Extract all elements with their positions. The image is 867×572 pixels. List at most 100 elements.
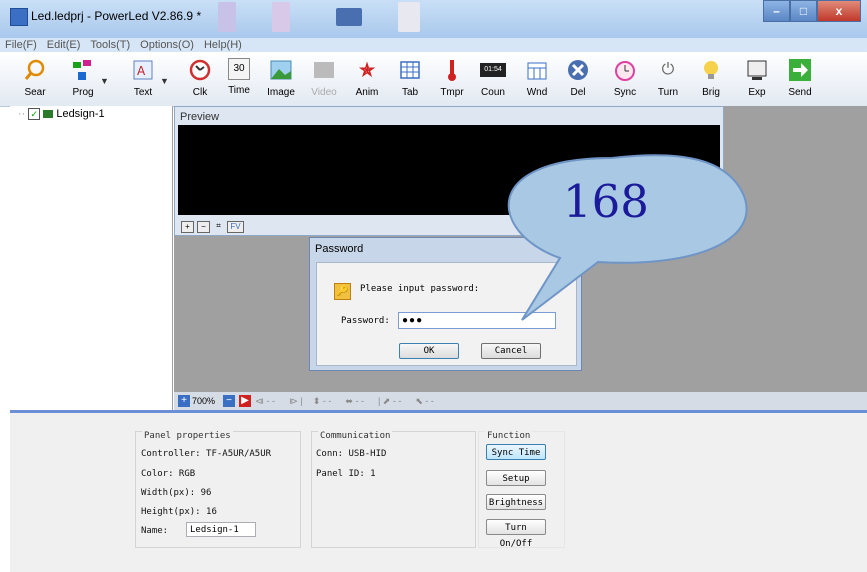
image-button[interactable]: Image bbox=[264, 58, 298, 102]
toolbar: Sear Prog ▼ A Text ▼ Clk 30 Time Image V… bbox=[0, 52, 867, 107]
width-field: Width(px): 96 bbox=[141, 488, 212, 498]
zoom-out-icon[interactable]: − bbox=[197, 221, 210, 233]
sync-button[interactable]: Sync bbox=[608, 58, 642, 102]
name-input[interactable]: Ledsign-1 bbox=[186, 522, 256, 537]
controller-field: Controller: TF-A5UR/A5UR bbox=[141, 449, 272, 459]
bulb-icon bbox=[699, 58, 723, 82]
password-dialog: Password 🔑 Please input password: Passwo… bbox=[309, 237, 582, 371]
window-icon bbox=[525, 58, 549, 82]
chevron-down-icon[interactable]: ▼ bbox=[100, 76, 109, 86]
dialog-title: Password bbox=[315, 243, 364, 255]
fv-icon[interactable]: FV bbox=[227, 221, 244, 233]
window-title: Led.ledprj - PowerLed V2.86.9 * bbox=[31, 9, 202, 23]
clock-button[interactable]: Clk bbox=[183, 58, 217, 102]
time-button[interactable]: 30 Time bbox=[222, 58, 256, 102]
search-button[interactable]: Sear bbox=[18, 58, 52, 102]
align-top-icon[interactable]: ⬍ - - bbox=[313, 396, 332, 407]
setup-button[interactable]: Setup bbox=[486, 470, 546, 486]
alarm-clock-icon bbox=[613, 58, 637, 82]
password-input[interactable]: ●●● bbox=[398, 312, 556, 329]
thermometer-icon bbox=[440, 58, 464, 82]
ok-button[interactable]: OK bbox=[399, 343, 459, 359]
program-icon bbox=[71, 58, 95, 82]
send-button[interactable]: Send bbox=[783, 58, 817, 102]
animation-button[interactable]: ✯ Anim bbox=[350, 58, 384, 102]
tree-checkbox[interactable]: ✓ bbox=[28, 108, 41, 120]
svg-text:A: A bbox=[137, 64, 146, 78]
fit-icon[interactable]: ⌗ bbox=[213, 221, 224, 231]
export-icon bbox=[745, 58, 769, 82]
tree-node-ledsign[interactable]: ·· ✓ Ledsign-1 bbox=[18, 108, 105, 120]
panel-id-field: Panel ID: 1 bbox=[316, 469, 376, 479]
close-button[interactable]: x bbox=[817, 0, 861, 22]
program-tree: ·· ✓ Ledsign-1 bbox=[10, 106, 173, 410]
delete-icon bbox=[566, 58, 590, 82]
window-controls: – □ x bbox=[763, 0, 861, 22]
align-bottom-icon[interactable]: ⬉ - - bbox=[415, 396, 434, 407]
text-icon: A bbox=[131, 58, 155, 82]
export-button[interactable]: Exp bbox=[740, 58, 774, 102]
title-bar: Led.ledprj - PowerLed V2.86.9 * – □ x bbox=[0, 0, 867, 38]
align-center-icon[interactable]: ⬌ - - bbox=[345, 396, 364, 407]
key-icon: 🔑 bbox=[334, 283, 351, 300]
table-icon bbox=[398, 58, 422, 82]
calendar-icon: 30 bbox=[228, 58, 250, 80]
counter-button[interactable]: 01:54 Coun bbox=[476, 58, 510, 102]
align-middle-icon[interactable]: | ⬈ - - bbox=[378, 396, 401, 407]
preview-controls: + − ⌗ FV bbox=[181, 221, 244, 233]
zoom-bar: +700% − ▶ ⧏ - - ⧐ | ⬍ - - ⬌ - - | ⬈ - - … bbox=[174, 392, 867, 410]
cancel-button[interactable]: Cancel bbox=[481, 343, 541, 359]
search-icon bbox=[23, 58, 47, 82]
zoom-out-icon[interactable]: − bbox=[223, 395, 236, 407]
table-button[interactable]: Tab bbox=[393, 58, 427, 102]
align-left-icon[interactable]: ⧏ - - bbox=[255, 396, 275, 407]
callout-text: 168 bbox=[563, 175, 649, 228]
animation-icon: ✯ bbox=[359, 60, 375, 80]
conn-field: Conn: USB-HID bbox=[316, 449, 387, 459]
zoom-in-icon[interactable]: + bbox=[178, 395, 190, 407]
menu-options[interactable]: Options(O) bbox=[135, 38, 199, 52]
tree-branch-line: ·· bbox=[18, 108, 26, 120]
program-button[interactable]: Prog ▼ bbox=[66, 58, 109, 102]
dialog-message: Please input password: bbox=[360, 284, 480, 294]
led-screen-icon bbox=[43, 110, 54, 118]
window-button[interactable]: Wnd bbox=[520, 58, 554, 102]
chevron-down-icon[interactable]: ▼ bbox=[160, 76, 169, 86]
align-right-icon[interactable]: ⧐ | bbox=[289, 396, 303, 407]
video-button[interactable]: Video bbox=[307, 58, 341, 102]
play-icon[interactable]: ▶ bbox=[239, 395, 252, 407]
video-icon bbox=[312, 58, 336, 82]
delete-button[interactable]: Del bbox=[561, 58, 595, 102]
power-icon: ⏻ bbox=[661, 61, 675, 78]
zoom-in-icon[interactable]: + bbox=[181, 221, 194, 233]
taskbar-thumb-icon bbox=[398, 2, 420, 32]
app-icon bbox=[10, 8, 28, 26]
dialog-body: 🔑 Please input password: Password: ●●● O… bbox=[316, 262, 577, 366]
zoom-level: 700% bbox=[192, 396, 216, 406]
send-arrow-icon bbox=[788, 58, 812, 82]
taskbar-thumb-icon bbox=[272, 2, 290, 32]
name-label: Name: bbox=[141, 526, 169, 536]
text-button[interactable]: A Text ▼ bbox=[126, 58, 169, 102]
menu-help[interactable]: Help(H) bbox=[199, 38, 247, 52]
taskbar-thumb-icon bbox=[218, 2, 236, 32]
minimize-button[interactable]: – bbox=[763, 0, 790, 22]
menu-file[interactable]: File(F) bbox=[0, 38, 42, 52]
height-field: Height(px): 16 bbox=[141, 507, 217, 517]
function-title: Function bbox=[485, 431, 533, 441]
counter-icon: 01:54 bbox=[480, 63, 506, 77]
menu-bar: File(F) Edit(E) Tools(T) Options(O) Help… bbox=[0, 38, 867, 52]
taskbar-thumb-icon bbox=[336, 8, 362, 26]
menu-tools[interactable]: Tools(T) bbox=[85, 38, 135, 52]
turn-on-off-button[interactable]: Turn On/Off bbox=[486, 519, 546, 549]
image-icon bbox=[269, 58, 293, 82]
maximize-button[interactable]: □ bbox=[790, 0, 817, 22]
turn-button[interactable]: ⏻ Turn bbox=[651, 58, 685, 102]
password-label: Password: bbox=[341, 316, 390, 326]
sync-time-button[interactable]: Sync Time bbox=[486, 444, 546, 460]
menu-edit[interactable]: Edit(E) bbox=[42, 38, 86, 52]
brightness-button[interactable]: Brightness bbox=[486, 494, 546, 510]
clock-icon bbox=[188, 58, 212, 82]
brightness-button[interactable]: Brig bbox=[694, 58, 728, 102]
temperature-button[interactable]: Tmpr bbox=[435, 58, 469, 102]
